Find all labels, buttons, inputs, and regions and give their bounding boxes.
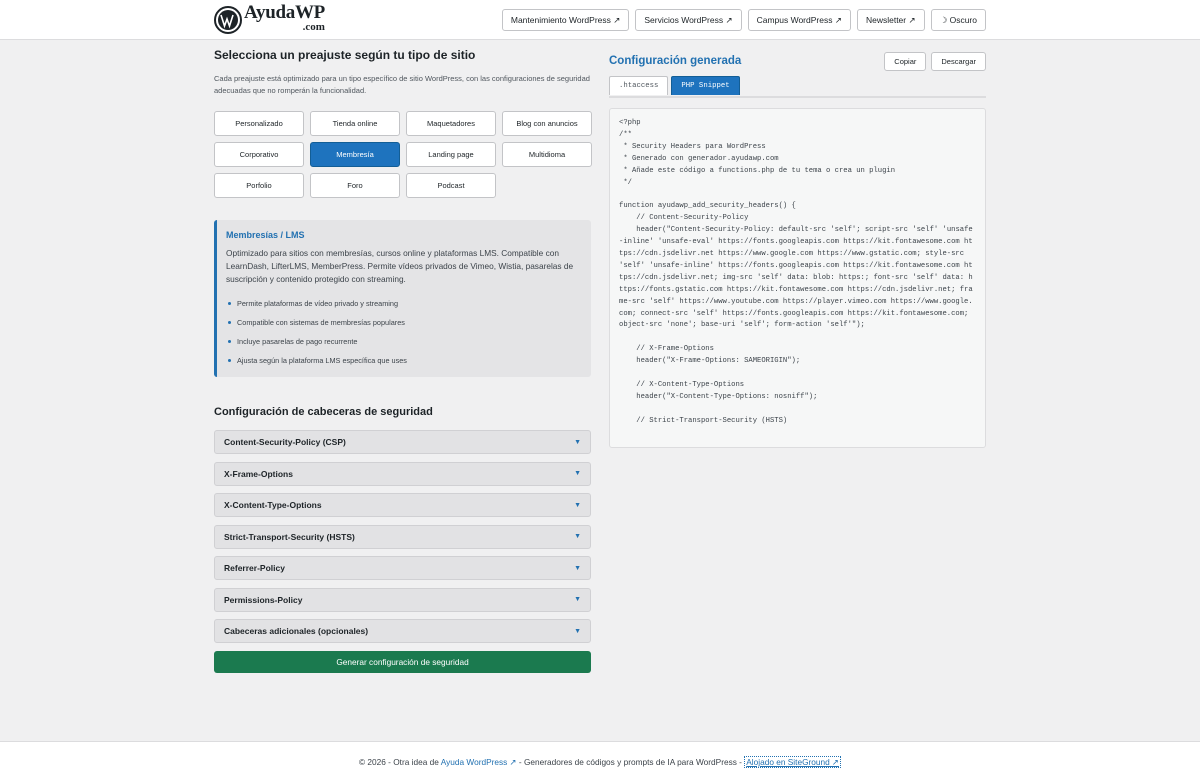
site-logo[interactable]: AyudaWP .com <box>214 2 325 35</box>
preset-personalizado[interactable]: Personalizado <box>214 111 304 136</box>
headers-accordion: Content-Security-Policy (CSP) ▼ X-Frame-… <box>214 430 591 643</box>
headers-title: Configuración de cabeceras de seguridad <box>214 406 433 418</box>
list-item: Incluye pasarelas de pago recurrente <box>226 332 581 351</box>
accordion-label: Cabeceras adicionales (opcionales) <box>224 626 369 636</box>
accordion-label: Permissions-Policy <box>224 594 303 605</box>
accordion-label: X-Frame-Options <box>224 468 293 479</box>
chevron-down-icon: ▼ <box>574 596 581 603</box>
info-description: Optimizado para sitios con membresías, c… <box>226 248 574 284</box>
nav-campus[interactable]: Campus WordPress ↗ <box>747 9 851 31</box>
footer-link-siteground[interactable]: Alojado en SiteGround ↗ <box>744 756 841 768</box>
preset-maquetadores[interactable]: Maquetadores <box>406 111 496 136</box>
preset-description: Cada preajuste está optimizado para un t… <box>214 74 590 95</box>
footer-link-ayudawp[interactable]: Ayuda WordPress ↗ <box>441 757 517 767</box>
accordion-label: Content-Security-Policy (CSP) <box>224 437 346 447</box>
footer-prefix: © 2026 - Otra idea de <box>358 757 441 767</box>
list-item: Permite plataformas de vídeo privado y s… <box>226 294 581 313</box>
preset-title: Selecciona un preajuste según tu tipo de… <box>214 48 476 62</box>
nav-newsletter[interactable]: Newsletter ↗ <box>856 9 925 31</box>
tab-php-snippet[interactable]: PHP Snippet <box>671 76 740 95</box>
top-nav: Mantenimiento WordPress ↗ Servicios Word… <box>501 9 986 31</box>
copy-button[interactable]: Copiar <box>884 51 927 71</box>
info-title: Membresías / LMS <box>226 230 305 240</box>
list-item: Ajusta según la plataforma LMS específic… <box>226 351 581 370</box>
accordion-label: Referrer-Policy <box>224 563 285 573</box>
accordion-permissions-policy[interactable]: Permissions-Policy ▼ <box>214 587 591 612</box>
output-tabs: .htaccess PHP Snippet <box>609 76 986 98</box>
chevron-down-icon: ▼ <box>574 564 581 572</box>
preset-podcast[interactable]: Podcast <box>406 173 496 198</box>
chevron-down-icon: ▼ <box>574 627 581 635</box>
preset-tienda-online[interactable]: Tienda online <box>310 111 400 136</box>
footer-middle: - Generadores de códigos y prompts de IA… <box>516 757 745 767</box>
preset-multidioma[interactable]: Multidioma <box>502 142 592 167</box>
preset-foro[interactable]: Foro <box>310 173 400 198</box>
accordion-label: Strict-Transport-Security (HSTS) <box>224 531 355 542</box>
code-output[interactable]: <?php /** * Security Headers para WordPr… <box>609 108 986 448</box>
generate-button[interactable]: Generar configuración de seguridad <box>214 650 591 673</box>
list-item: Compatible con sistemas de membresías po… <box>226 313 581 332</box>
preset-landing-page[interactable]: Landing page <box>406 142 496 167</box>
preset-corporativo[interactable]: Corporativo <box>214 142 304 167</box>
accordion-referrer-policy[interactable]: Referrer-Policy ▼ <box>214 556 591 580</box>
preset-grid: Personalizado Tienda online Maquetadores… <box>214 111 592 198</box>
preset-panel: Selecciona un preajuste según tu tipo de… <box>214 48 592 673</box>
info-bullets: Permite plataformas de vídeo privado y s… <box>226 294 581 370</box>
dark-mode-toggle[interactable]: ☽ Oscuro <box>930 9 986 31</box>
preset-porfolio[interactable]: Porfolio <box>214 173 304 198</box>
accordion-x-content-type-options[interactable]: X-Content-Type-Options ▼ <box>214 493 591 517</box>
output-title: Configuración generada <box>609 55 742 67</box>
accordion-hsts[interactable]: Strict-Transport-Security (HSTS) ▼ <box>214 524 591 549</box>
accordion-csp[interactable]: Content-Security-Policy (CSP) ▼ <box>214 430 591 454</box>
preset-membresia[interactable]: Membresía <box>310 142 400 167</box>
accordion-label: X-Content-Type-Options <box>224 500 322 510</box>
chevron-down-icon: ▼ <box>574 438 581 446</box>
site-header: AyudaWP .com Mantenimiento WordPress ↗ S… <box>0 0 1200 40</box>
accordion-x-frame-options[interactable]: X-Frame-Options ▼ <box>214 461 591 486</box>
logo-name: AyudaWP <box>244 2 325 23</box>
preset-blog-con-anuncios[interactable]: Blog con anuncios <box>502 111 592 136</box>
preset-info-box: Membresías / LMS Optimizado para sitios … <box>214 220 591 377</box>
site-footer: © 2026 - Otra idea de Ayuda WordPress ↗ … <box>0 741 1200 773</box>
nav-mantenimiento[interactable]: Mantenimiento WordPress ↗ <box>501 9 630 31</box>
output-panel: Configuración generada Copiar Descargar … <box>609 51 986 448</box>
chevron-down-icon: ▼ <box>574 501 581 509</box>
chevron-down-icon: ▼ <box>574 533 581 540</box>
chevron-down-icon: ▼ <box>574 470 581 477</box>
nav-servicios[interactable]: Servicios WordPress ↗ <box>635 9 742 31</box>
download-button[interactable]: Descargar <box>931 51 986 71</box>
tab-htaccess[interactable]: .htaccess <box>609 76 669 95</box>
wordpress-logo-icon <box>214 6 242 34</box>
accordion-additional-headers[interactable]: Cabeceras adicionales (opcionales) ▼ <box>214 619 591 643</box>
